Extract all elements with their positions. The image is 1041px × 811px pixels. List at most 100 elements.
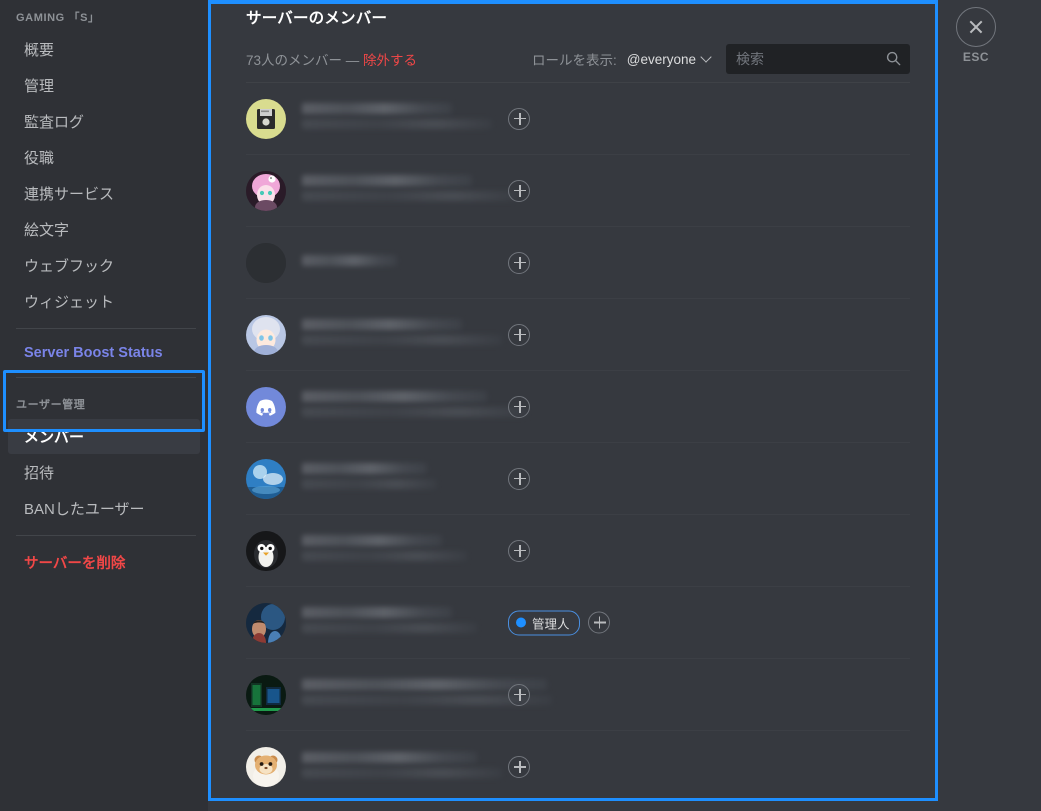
sidebar-item-invites[interactable]: 招待 [8,455,200,490]
add-role-button[interactable] [508,467,530,490]
member-username-redacted [302,319,462,330]
sidebar-divider-2 [16,377,196,378]
member-roles: 管理人 [508,610,610,635]
plus-icon [509,684,529,706]
plus-icon [509,252,529,274]
member-tag-redacted [302,407,527,417]
sidebar-item-server-boost-status[interactable]: Server Boost Status [8,338,200,368]
avatar [246,242,286,283]
member-row[interactable] [246,227,910,299]
member-count-text: 73人のメンバー — [246,53,364,68]
member-roles [508,395,530,418]
plus-icon [509,540,529,562]
member-username-redacted [302,535,442,546]
member-tag-redacted [302,767,502,778]
plus-icon [509,180,529,202]
members-panel: サーバーのメンバー 73人のメンバー — 除外する ロールを表示: @every… [208,0,938,811]
sidebar-item-integrations[interactable]: 連携サービス [8,176,200,211]
member-username-redacted [302,103,452,114]
sidebar-item-webhooks[interactable]: ウェブフック [8,248,200,283]
avatar [246,602,286,643]
member-roles [508,251,530,274]
member-username-redacted [302,751,477,763]
member-tag-redacted [302,623,477,633]
page-title: サーバーのメンバー [246,10,388,27]
sidebar-item-roles[interactable]: 役職 [8,140,200,175]
members-toolbar: 73人のメンバー — 除外する ロールを表示: @everyone [246,28,910,82]
member-row[interactable] [246,515,910,587]
member-tag-redacted [302,335,502,345]
plus-icon [509,108,529,130]
member-identity [302,175,910,206]
sidebar-item-audit-log[interactable]: 監査ログ [8,104,200,139]
member-roles [508,179,530,202]
chevron-down-icon [702,52,712,62]
add-role-button[interactable] [508,395,530,418]
close-column: ESC [938,0,1041,811]
avatar [246,530,286,571]
sidebar-item-widget[interactable]: ウィジェット [8,284,200,319]
add-role-button[interactable] [587,611,610,634]
member-tag-redacted [302,551,467,561]
member-identity [302,391,910,422]
member-row[interactable] [246,83,910,155]
member-username-redacted [302,463,427,474]
plus-icon [509,756,529,778]
member-identity [302,319,910,350]
member-roles [508,539,530,562]
member-row[interactable] [246,659,910,731]
sidebar-group-header-user-management: ユーザー管理 [16,399,86,411]
member-identity [302,679,910,710]
member-roles [508,467,530,490]
add-role-button[interactable] [508,179,530,202]
avatar [246,98,286,139]
member-tag-redacted [302,479,437,489]
member-row[interactable] [246,443,910,515]
avatar [246,170,286,211]
member-roles [508,323,530,346]
role-badge[interactable]: 管理人 [508,610,580,635]
sidebar-item-moderation[interactable]: 管理 [8,68,200,103]
member-row[interactable]: 管理人 [246,587,910,659]
sidebar-divider-3 [16,535,196,536]
sidebar-item-bans[interactable]: BANしたユーザー [8,491,200,526]
server-settings-window: GAMING 「S」 概要 管理 監査ログ 役職 連携サービス 絵文字 ウェブフ… [0,0,1041,811]
member-roles [508,683,530,706]
member-identity [302,254,910,271]
add-role-button[interactable] [508,323,530,346]
member-list: 管理人 [246,83,910,803]
add-role-button[interactable] [508,756,530,778]
role-filter-value: @everyone [626,51,696,67]
members-filters: ロールを表示: @everyone [532,44,910,74]
member-row[interactable] [246,371,910,443]
search-input[interactable] [726,44,910,74]
plus-icon [509,324,529,346]
member-row[interactable] [246,731,910,803]
member-username-redacted [302,607,452,618]
role-filter-dropdown[interactable]: @everyone [627,52,712,67]
sidebar-item-delete-server[interactable]: サーバーを削除 [8,545,200,580]
sidebar-user-management-group: ユーザー管理 メンバー 招待 BANしたユーザー [0,387,208,526]
avatar [246,674,286,715]
kick-members-link[interactable]: 除外する [363,53,417,68]
plus-icon [509,468,529,490]
sidebar-item-emoji[interactable]: 絵文字 [8,212,200,247]
member-row[interactable] [246,155,910,227]
avatar [246,314,286,355]
plus-icon [589,612,609,634]
settings-sidebar: GAMING 「S」 概要 管理 監査ログ 役職 連携サービス 絵文字 ウェブフ… [0,0,208,811]
member-row[interactable] [246,299,910,371]
role-filter-label: ロールを表示: [531,53,617,68]
add-role-button[interactable] [508,251,530,274]
member-username-redacted [302,254,397,266]
sidebar-item-overview[interactable]: 概要 [8,32,200,67]
add-role-button[interactable] [508,683,530,706]
add-role-button[interactable] [508,107,530,130]
close-button[interactable] [956,7,996,47]
member-tag-redacted [302,119,492,129]
add-role-button[interactable] [508,539,530,562]
member-username-redacted [302,391,487,402]
sidebar-nav-list: 概要 管理 監査ログ 役職 連携サービス 絵文字 ウェブフック ウィジェット [0,32,208,319]
sidebar-item-members[interactable]: メンバー [8,419,200,454]
member-username-redacted [302,175,472,186]
